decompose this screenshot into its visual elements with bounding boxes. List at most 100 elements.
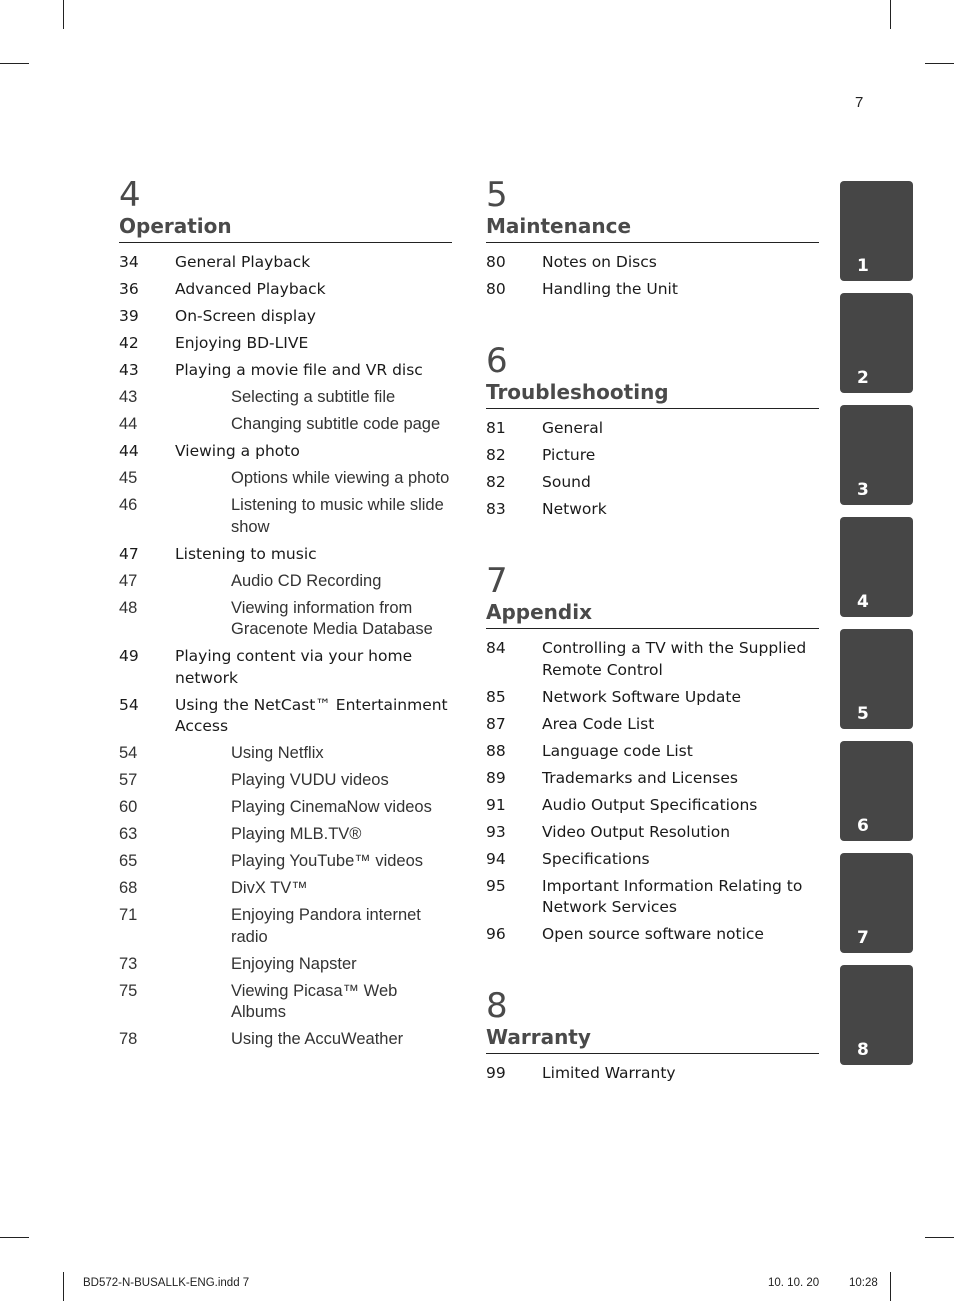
toc-entry[interactable]: 94 Specifications — [486, 849, 819, 871]
toc-subentry[interactable]: 54 Using Netflix — [119, 743, 452, 765]
toc-subentry[interactable]: 60 Playing CinemaNow videos — [119, 797, 452, 819]
toc-page-number: 94 — [486, 849, 506, 868]
toc-page-number: 81 — [486, 419, 506, 437]
footer-time: 10:28 — [849, 1277, 878, 1289]
toc-entry-list: 81 General 82 Picture 82 Sound 83 Network — [486, 418, 819, 521]
toc-subentry[interactable]: 47 Audio CD Recording — [119, 571, 452, 593]
chapter-tab-6[interactable]: 6 — [840, 741, 913, 841]
toc-entry[interactable]: 49 Playing content via your home network — [119, 646, 452, 689]
toc-subentry[interactable]: 71 Enjoying Pandora internet radio — [119, 905, 452, 948]
toc-entry[interactable]: 99 Limited Warranty — [486, 1063, 819, 1085]
toc-entry[interactable]: 91 Audio Output Specifications — [486, 795, 819, 817]
toc-entry[interactable]: 88 Language code List — [486, 741, 819, 763]
chapter-tab-label: 3 — [857, 480, 869, 500]
crop-mark — [890, 1272, 891, 1301]
toc-entry-title: Audio Output Specifications — [542, 795, 758, 814]
toc-page-number: 45 — [119, 469, 138, 487]
toc-entry[interactable]: 84 Controlling a TV with the Supplied Rem… — [486, 638, 819, 681]
toc-entry-title: Language code List — [542, 741, 693, 760]
toc-entry[interactable]: 95 Important Information Relating to Netw… — [486, 876, 819, 919]
crop-mark — [890, 0, 891, 29]
toc-page-number: 54 — [119, 744, 138, 762]
toc-entry-list: 99 Limited Warranty — [486, 1063, 819, 1085]
toc-page-number: 87 — [486, 714, 506, 733]
toc-entry[interactable]: 44 Viewing a photo — [119, 441, 452, 463]
toc-subentry[interactable]: 65 Playing YouTube™ videos — [119, 851, 452, 873]
toc-page-number: 93 — [486, 822, 506, 841]
toc-entry-list: 80 Notes on Discs 80 Handling the Unit — [486, 252, 819, 301]
toc-entry[interactable]: 54 Using the NetCast™ Entertainment Acces… — [119, 695, 452, 738]
toc-page-number: 54 — [119, 695, 139, 714]
toc-subentry[interactable]: 44 Changing subtitle code page — [119, 414, 452, 436]
section-number: 6 — [486, 341, 508, 381]
toc-entry[interactable]: 89 Trademarks and Licenses — [486, 768, 819, 790]
toc-entry[interactable]: 43 Playing a movie file and VR disc — [119, 360, 452, 382]
toc-entry[interactable]: 80 Handling the Unit — [486, 279, 819, 301]
toc-subentry[interactable]: 78 Using the AccuWeather — [119, 1029, 452, 1051]
crop-mark — [63, 0, 64, 29]
chapter-tab-5[interactable]: 5 — [840, 629, 913, 729]
toc-entry[interactable]: 42 Enjoying BD-LIVE — [119, 333, 452, 355]
toc-section: 7 Appendix 84 Controlling a TV with the Sup… — [486, 564, 819, 946]
toc-page-number: 82 — [486, 446, 506, 464]
toc-entry[interactable]: 87 Area Code List — [486, 714, 819, 736]
chapter-tabs: 1 2 3 4 5 6 7 8 — [840, 181, 913, 1077]
toc-page-number: 75 — [119, 981, 138, 1000]
chapter-tab-8[interactable]: 8 — [840, 965, 913, 1065]
toc-subentry[interactable]: 48 Viewing information from Gracenote Med… — [119, 598, 452, 641]
toc-page-number: 68 — [119, 879, 138, 897]
crop-mark — [0, 1237, 29, 1238]
toc-subentry[interactable]: 43 Selecting a subtitle file — [119, 387, 452, 409]
toc-entry[interactable]: 39 On-Screen display — [119, 306, 452, 328]
footer-filename: BD572-N-BUSALLK-ENG.indd 7 — [83, 1277, 250, 1289]
chapter-tab-7[interactable]: 7 — [840, 853, 913, 953]
toc-entry-title: Playing content via your home network — [175, 647, 413, 687]
toc-entry[interactable]: 93 Video Output Resolution — [486, 822, 819, 844]
toc-page-number: 99 — [486, 1064, 506, 1082]
toc-entry[interactable]: 47 Listening to music — [119, 544, 452, 566]
toc-page-number: 80 — [486, 253, 506, 271]
toc-subentry[interactable]: 57 Playing VUDU videos — [119, 770, 452, 792]
chapter-tab-label: 5 — [857, 704, 869, 724]
toc-page-number: 73 — [119, 954, 138, 973]
chapter-tab-1[interactable]: 1 — [840, 181, 913, 281]
toc-entry-title: Viewing Picasa™ Web Albums — [231, 981, 398, 1022]
toc-entry[interactable]: 34 General Playback — [119, 252, 452, 274]
chapter-tab-2[interactable]: 2 — [840, 293, 913, 393]
toc-page-number: 95 — [486, 876, 506, 895]
crop-mark — [925, 63, 954, 64]
toc-entry[interactable]: 96 Open source software notice — [486, 924, 819, 946]
toc-entry[interactable]: 85 Network Software Update — [486, 687, 819, 709]
toc-page-number: 46 — [119, 496, 138, 514]
toc-page-number: 80 — [486, 280, 506, 298]
toc-entry[interactable]: 82 Sound — [486, 472, 819, 494]
chapter-tab-3[interactable]: 3 — [840, 405, 913, 505]
toc-entry-title: Sound — [542, 473, 591, 491]
toc-page-number: 47 — [119, 571, 138, 590]
toc-entry-title: Trademarks and Licenses — [542, 768, 738, 787]
toc-entry-title: Selecting a subtitle file — [231, 388, 396, 406]
toc-page-number: 42 — [119, 334, 139, 352]
toc-entry[interactable]: 36 Advanced Playback — [119, 279, 452, 301]
toc-page-number: 60 — [119, 798, 138, 816]
toc-entry[interactable]: 80 Notes on Discs — [486, 252, 819, 274]
toc-entry-title: Listening to music — [175, 544, 317, 563]
toc-page-number: 85 — [486, 687, 506, 706]
section-title: Troubleshooting — [486, 379, 819, 409]
toc-subentry[interactable]: 73 Enjoying Napster — [119, 954, 452, 976]
toc-entry-title: Playing YouTube™ videos — [231, 852, 424, 870]
toc-entry-title: Audio CD Recording — [231, 571, 382, 590]
toc-entry-title: Network — [542, 500, 607, 518]
chapter-tab-4[interactable]: 4 — [840, 517, 913, 617]
toc-subentry[interactable]: 46 Listening to music while slide show — [119, 495, 452, 538]
toc-entry[interactable]: 83 Network — [486, 499, 819, 521]
toc-entry[interactable]: 82 Picture — [486, 445, 819, 467]
toc-subentry[interactable]: 63 Playing MLB.TV® — [119, 824, 452, 846]
toc-entry[interactable]: 81 General — [486, 418, 819, 440]
toc-subentry[interactable]: 75 Viewing Picasa™ Web Albums — [119, 981, 452, 1024]
section-title: Appendix — [486, 599, 819, 629]
toc-subentry[interactable]: 45 Options while viewing a photo — [119, 468, 452, 490]
toc-subentry[interactable]: 68 DivX TV™ — [119, 878, 452, 900]
section-number: 5 — [486, 175, 508, 215]
toc-entry-title: Playing MLB.TV® — [231, 825, 362, 843]
